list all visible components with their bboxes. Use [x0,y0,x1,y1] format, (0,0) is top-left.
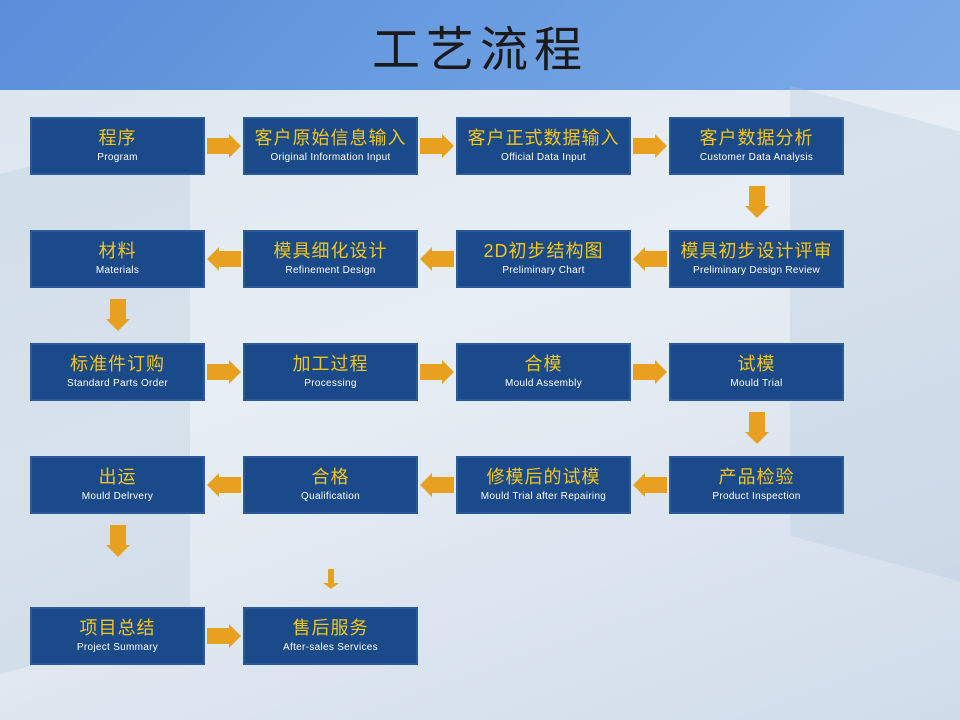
arrow-right-last-0 [205,607,243,665]
box-cn-3-3: 试模 [738,354,776,376]
box-en-4-2: Mould Trial after Repairing [481,491,606,502]
flow-row-1: 程序 Program 客户原始信息输入 Original Information I… [30,108,930,183]
box-cn-1-3: 客户数据分析 [700,128,814,150]
flow-grid: 程序 Program 客户原始信息输入 Original Information I… [30,108,930,673]
box-cn-4-0: 出运 [99,467,137,489]
arrow-left-4-1 [418,456,456,514]
box-cn-1-1: 客户原始信息输入 [255,128,407,150]
flow-box-2-2: 2D初步结构图 Preliminary Chart [456,230,631,288]
box-cn-2-0: 材料 [99,241,137,263]
box-cn-2-3: 模具初步设计评审 [681,241,833,263]
arrow-right-3-2 [631,343,669,401]
box-cn-last-0: 项目总结 [80,618,156,640]
flow-box-4-1: 合格 Qualification [243,456,418,514]
flow-row-3: 标准件订购 Standard Parts Order 加工过程 Processing… [30,334,930,409]
box-en-1-3: Customer Data Analysis [700,152,813,163]
v-arrow-row-pre-last [30,560,930,598]
box-cn-3-1: 加工过程 [293,354,369,376]
flow-box-3-1: 加工过程 Processing [243,343,418,401]
box-en-last-1: After-sales Services [283,642,378,653]
box-cn-4-3: 产品检验 [719,467,795,489]
flow-row-2: 材料 Materials 模具细化设计 Refinement Design 2D初步… [30,221,930,296]
box-cn-4-1: 合格 [312,467,350,489]
v-arrow-row [30,296,930,334]
v-arrow-cell-0 [30,525,205,557]
box-en-3-3: Mould Trial [730,378,782,389]
arrow-right-1-0 [205,117,243,175]
arrow-left-2-1 [418,230,456,288]
flow-box-2-1: 模具细化设计 Refinement Design [243,230,418,288]
box-en-1-1: Original Information Input [270,152,390,163]
flow-box-3-2: 合模 Mould Assembly [456,343,631,401]
box-en-1-0: Program [97,152,137,163]
box-en-2-1: Refinement Design [285,265,375,276]
box-en-4-3: Product Inspection [712,491,800,502]
box-en-2-3: Preliminary Design Review [693,265,820,276]
arrow-left-4-0 [205,456,243,514]
flow-box-1-1: 客户原始信息输入 Original Information Input [243,117,418,175]
arrow-left-2-2 [631,230,669,288]
v-arrow-cell-3 [669,186,844,218]
box-en-1-2: Official Data Input [501,152,586,163]
arrow-right-1-2 [631,117,669,175]
v-arrow-cell-0 [30,299,205,331]
flow-row-last: 项目总结 Project Summary 售后服务 After-sales Serv… [30,598,930,673]
box-en-4-1: Qualification [301,491,360,502]
flow-box-last-1: 售后服务 After-sales Services [243,607,418,665]
box-cn-3-2: 合模 [525,354,563,376]
arrow-right-1-1 [418,117,456,175]
flow-box-4-2: 修模后的试模 Mould Trial after Repairing [456,456,631,514]
flow-box-last-0: 项目总结 Project Summary [30,607,205,665]
box-en-last-0: Project Summary [77,642,158,653]
box-cn-2-2: 2D初步结构图 [483,241,603,263]
flow-box-2-3: 模具初步设计评审 Preliminary Design Review [669,230,844,288]
box-cn-1-2: 客户正式数据输入 [468,128,620,150]
page-title: 工艺流程 [372,10,588,80]
v-arrow-row [30,183,930,221]
box-cn-3-0: 标准件订购 [70,354,165,376]
box-cn-2-1: 模具细化设计 [274,241,388,263]
box-en-2-2: Preliminary Chart [502,265,584,276]
flow-box-1-2: 客户正式数据输入 Official Data Input [456,117,631,175]
box-cn-4-2: 修模后的试模 [487,467,601,489]
flow-box-3-0: 标准件订购 Standard Parts Order [30,343,205,401]
flow-box-1-3: 客户数据分析 Customer Data Analysis [669,117,844,175]
flow-row-4: 出运 Mould Delrvery 合格 Qualification 修模后的试模 M… [30,447,930,522]
box-en-3-1: Processing [304,378,356,389]
arrow-left-4-2 [631,456,669,514]
box-en-3-0: Standard Parts Order [67,378,168,389]
arrow-right-3-0 [205,343,243,401]
box-en-2-0: Materials [96,265,139,276]
box-en-4-0: Mould Delrvery [82,491,153,502]
arrow-left-2-0 [205,230,243,288]
box-cn-1-0: 程序 [99,128,137,150]
flow-box-3-3: 试模 Mould Trial [669,343,844,401]
flow-box-2-0: 材料 Materials [30,230,205,288]
flow-box-1-0: 程序 Program [30,117,205,175]
v-arrow-cell-pre-last-1 [243,569,418,589]
main-content: 程序 Program 客户原始信息输入 Original Information I… [0,90,960,720]
flow-box-4-0: 出运 Mould Delrvery [30,456,205,514]
box-en-3-2: Mould Assembly [505,378,582,389]
header: 工艺流程 [0,0,960,90]
flow-box-4-3: 产品检验 Product Inspection [669,456,844,514]
v-arrow-row [30,409,930,447]
arrow-right-3-1 [418,343,456,401]
v-arrow-cell-3 [669,412,844,444]
v-arrow-row [30,522,930,560]
box-cn-last-1: 售后服务 [293,618,369,640]
